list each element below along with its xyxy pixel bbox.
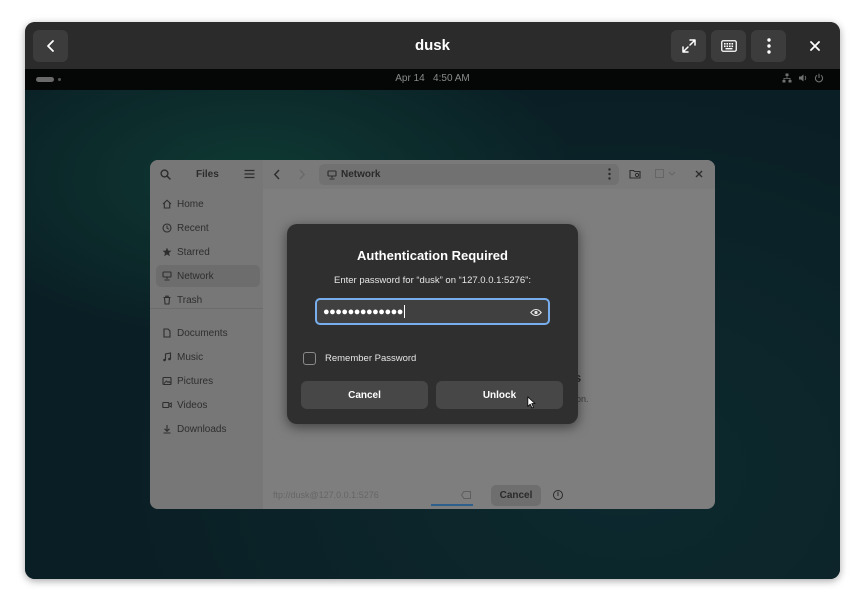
remote-desktop: Apr 14 4:50 AM Files Home Recent Starred… (25, 69, 840, 579)
sidebar-item-pictures[interactable]: Pictures (156, 370, 260, 392)
kebab-menu-icon (766, 38, 771, 54)
server-address-input[interactable]: ftp://dusk@127.0.0.1:5276 (268, 485, 482, 505)
system-status[interactable] (782, 73, 824, 83)
sidebar-item-label: Home (177, 198, 204, 210)
forward-icon[interactable] (298, 169, 306, 180)
clock-icon (162, 223, 172, 233)
menu-button[interactable] (751, 30, 786, 62)
sidebar-item-label: Documents (177, 327, 228, 339)
keyboard-icon (720, 40, 737, 52)
sidebar-item-starred[interactable]: Starred (156, 241, 260, 263)
folder-search-icon[interactable] (629, 168, 641, 180)
connect-cancel-button[interactable]: Cancel (491, 485, 541, 506)
keyboard-button[interactable] (711, 30, 746, 62)
music-icon (162, 352, 172, 362)
remote-viewer-window: dusk Apr 14 4:50 AM Files Home Recent St… (25, 22, 840, 579)
trash-icon (162, 295, 172, 305)
connect-bar: ftp://dusk@127.0.0.1:5276 Cancel i (263, 482, 715, 509)
unlock-button[interactable]: Unlock (436, 381, 563, 409)
clock-date: Apr 14 (395, 73, 425, 84)
auth-dialog: Authentication Required Enter password f… (287, 224, 578, 424)
show-password-icon[interactable] (530, 306, 542, 318)
cancel-button[interactable]: Cancel (301, 381, 428, 409)
kebab-menu-icon[interactable] (608, 168, 611, 180)
sidebar-divider (150, 308, 263, 309)
password-value: ●●●●●●●●●●●●● (323, 305, 403, 318)
video-icon (162, 400, 172, 410)
power-icon (814, 73, 824, 83)
network-icon (327, 169, 337, 180)
sidebar-item-label: Starred (177, 246, 210, 258)
mouse-pointer-icon (527, 396, 536, 409)
volume-icon (799, 74, 807, 82)
fullscreen-icon (681, 39, 696, 53)
sidebar-item-label: Music (177, 351, 204, 363)
view-options-icon[interactable] (655, 169, 677, 179)
clock-time: 4:50 AM (433, 73, 470, 84)
info-icon[interactable]: i (553, 490, 563, 500)
path-bar[interactable]: Network (319, 164, 619, 185)
files-header: Network (263, 160, 715, 189)
sidebar-item-downloads[interactable]: Downloads (156, 418, 260, 440)
close-button[interactable] (803, 34, 827, 58)
sidebar-item-label: Downloads (177, 423, 227, 435)
dialog-message: Enter password for “dusk” on “127.0.0.1:… (334, 275, 531, 286)
top-bar: Apr 14 4:50 AM (25, 69, 840, 90)
sidebar-item-recent[interactable]: Recent (156, 217, 260, 239)
download-icon (162, 424, 172, 434)
clock[interactable]: Apr 14 4:50 AM (25, 73, 840, 84)
network-icon (782, 73, 792, 83)
sidebar-item-music[interactable]: Music (156, 346, 260, 368)
hamburger-menu-icon[interactable] (244, 169, 255, 179)
home-icon (162, 199, 172, 209)
sidebar-item-home[interactable]: Home (156, 193, 260, 215)
sidebar-item-label: Recent (177, 222, 209, 234)
network-icon (162, 271, 172, 281)
star-icon (162, 247, 172, 257)
password-field[interactable]: ●●●●●●●●●●●●● (315, 298, 550, 325)
sidebar-item-label: Trash (177, 294, 203, 306)
remember-password-label: Remember Password (325, 353, 417, 364)
close-icon[interactable] (695, 170, 703, 178)
viewer-header: dusk (25, 22, 840, 69)
picture-icon (162, 376, 172, 386)
remember-password-checkbox[interactable] (303, 352, 316, 365)
sidebar-item-label: Videos (177, 399, 208, 411)
sidebar-item-network[interactable]: Network (156, 265, 260, 287)
files-title: Files (196, 169, 219, 180)
clear-icon[interactable] (461, 491, 471, 499)
search-icon[interactable] (160, 169, 171, 180)
sidebar-item-label: Pictures (177, 375, 214, 387)
fullscreen-button[interactable] (671, 30, 706, 62)
sidebar-item-label: Network (177, 270, 214, 282)
path-location: Network (341, 169, 381, 180)
sidebar-item-documents[interactable]: Documents (156, 322, 260, 344)
document-icon (162, 328, 172, 338)
progress-indicator (431, 504, 473, 506)
files-sidebar: Files Home Recent Starred Network Trash … (150, 160, 263, 509)
dialog-title: Authentication Required (357, 248, 508, 263)
close-icon (810, 41, 820, 51)
back-icon[interactable] (273, 169, 281, 180)
text-caret (403, 305, 405, 318)
sidebar-item-videos[interactable]: Videos (156, 394, 260, 416)
